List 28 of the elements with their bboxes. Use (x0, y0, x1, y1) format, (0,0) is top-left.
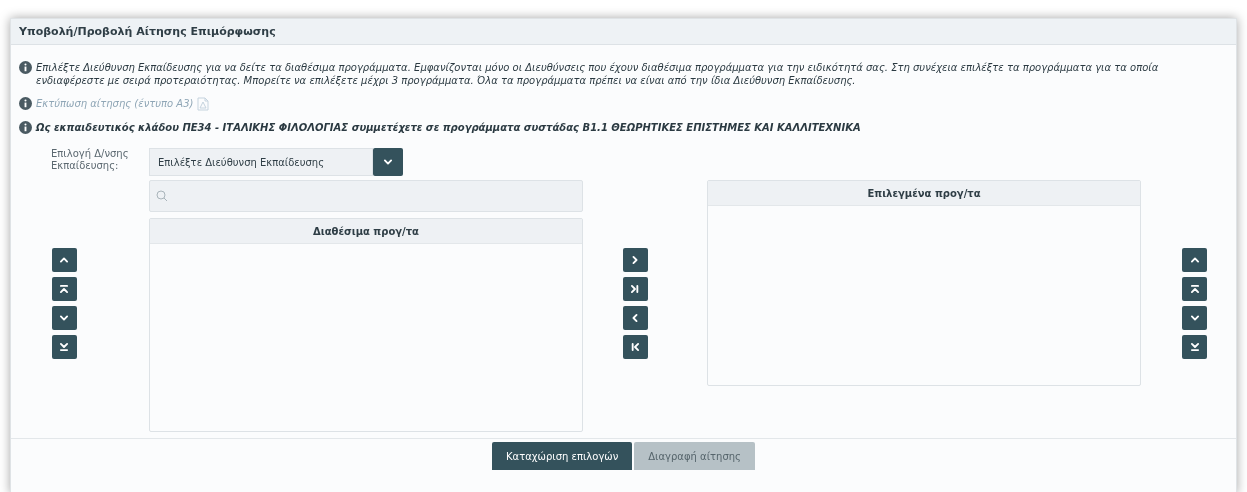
panel-title: Υποβολή/Προβολή Αίτησης Επιμόρφωσης (19, 25, 276, 38)
bottom-chevron-icon (57, 340, 71, 354)
submit-button[interactable]: Καταχώριση επιλογών (492, 442, 633, 470)
move-all-right-button[interactable] (622, 277, 648, 301)
info-text: Ως εκπαιδευτικός κλάδου ΠΕ34 - ΙΤΑΛΙΚΗΣ ΦΙΛΟΛΟΓΙΑΣ συμμετέχετε σε προγράμματα συστάδας Β1.1 ΘΕΩΡΗΤΙΚΕΣ ΕΠΙΣΤΗΜΕΣ ΚΑΙ ΚΑΛΛΙΤΕΧΝΙΚΑ (36, 121, 861, 134)
search-field[interactable] (149, 180, 583, 212)
info-text: Επιλέξτε Διεύθυνση Εκπαίδευσης για να δείτε τα διαθέσιμα προγράμματα. Εμφανίζονται μόνο οι Διευθύνσεις που έχουν διαθέσιμα προγράμματα για την ειδικότητά σας. Στη συνέχεια επιλέξτε τα προγράμματα για τα οποία ενδιαφέρεστε με σειρά προτεραιότητας. Μπορείτε να επιλέξετε μέχρι 3 προγράμματα. Όλα τα προγράμματα πρέπει να είναι από την ίδια Διεύθυνση Εκπαίδευσης. (36, 61, 1160, 87)
move-bottom-button[interactable] (1182, 335, 1207, 359)
info-icon (19, 61, 32, 74)
move-left-button[interactable] (622, 306, 648, 330)
move-up-button[interactable] (1182, 248, 1207, 272)
dropdown-button[interactable] (373, 148, 403, 176)
move-top-button[interactable] (51, 277, 77, 301)
direction-label: Επιλογή Δ/νσης Εκπαίδευσης: (50, 148, 130, 173)
info-icon (19, 97, 32, 110)
move-right-button[interactable] (622, 248, 648, 272)
move-up-button[interactable] (51, 248, 77, 272)
move-down-button[interactable] (51, 306, 77, 330)
move-bottom-button[interactable] (51, 335, 77, 359)
selected-list-header: Επιλεγμένα προγ/τα (708, 181, 1140, 206)
info-icon (19, 121, 32, 134)
top-chevron-icon (57, 282, 71, 296)
available-list-header: Διαθέσιμα προγ/τα (150, 219, 582, 244)
move-top-button[interactable] (1182, 277, 1207, 301)
move-all-left-button[interactable] (622, 335, 648, 359)
search-icon (156, 190, 168, 202)
move-down-button[interactable] (1182, 306, 1207, 330)
pdf-icon (197, 97, 210, 111)
